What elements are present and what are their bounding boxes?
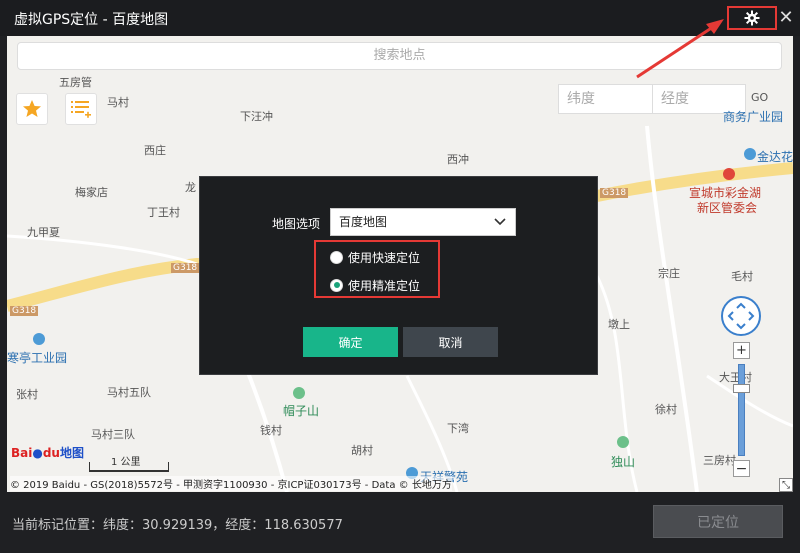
map-label: 徐村 bbox=[655, 403, 677, 416]
road-label: G318 bbox=[600, 188, 629, 198]
radio-fast-locate[interactable]: 使用快速定位 bbox=[330, 247, 420, 267]
map-label: 独山 bbox=[611, 455, 636, 469]
cancel-button[interactable]: 取消 bbox=[403, 327, 498, 357]
map-label: 金达花 bbox=[757, 150, 793, 164]
logo-suffix: 地图 bbox=[59, 446, 84, 460]
copyright-text: © 2019 Baidu - GS(2018)5572号 - 甲测资字11009… bbox=[10, 476, 452, 491]
map-option-label: 地图选项 bbox=[272, 217, 321, 231]
latitude-input[interactable] bbox=[559, 85, 653, 113]
map-label: 胡村 bbox=[351, 444, 373, 457]
radio-precise-label: 使用精准定位 bbox=[348, 278, 421, 293]
radio-checked-icon bbox=[330, 278, 343, 292]
radio-fast-label: 使用快速定位 bbox=[348, 250, 421, 265]
radio-precise-locate[interactable]: 使用精准定位 bbox=[330, 275, 420, 295]
map-label: 马村五队 bbox=[107, 386, 151, 399]
map-label: 五房管 bbox=[59, 76, 92, 89]
gear-icon bbox=[744, 10, 760, 26]
located-button[interactable]: 已定位 bbox=[653, 505, 783, 538]
map-label: 马村 bbox=[107, 96, 129, 109]
go-button[interactable]: GO bbox=[751, 91, 768, 104]
zoom-slider-track[interactable] bbox=[738, 364, 745, 456]
map-label: 下湾 bbox=[447, 422, 469, 435]
pan-control[interactable] bbox=[721, 296, 761, 336]
confirm-button[interactable]: 确定 bbox=[303, 327, 398, 357]
map-option-select[interactable]: 百度地图 bbox=[330, 208, 516, 236]
chevron-down-icon bbox=[494, 218, 506, 226]
current-position-text: 当前标记位置：纬度：30.929139，经度：118.630577 bbox=[12, 518, 343, 533]
zoom-out-button[interactable]: − bbox=[733, 460, 750, 477]
map-label: 宗庄 bbox=[658, 267, 680, 280]
map-label: 大王村 bbox=[719, 371, 752, 384]
map-label: 商务广业园 bbox=[723, 110, 784, 124]
close-button[interactable]: ✕ bbox=[776, 6, 796, 28]
collapse-map-button[interactable]: ⤡ bbox=[779, 478, 793, 492]
favorite-button[interactable] bbox=[16, 93, 48, 125]
map-label: 三房村 bbox=[703, 454, 736, 467]
settings-button[interactable] bbox=[727, 6, 777, 30]
map-label: 梅家店 bbox=[75, 186, 108, 199]
map-label: 钱村 bbox=[260, 424, 282, 437]
map-option-value: 百度地图 bbox=[339, 215, 388, 229]
settings-dialog: 地图选项 百度地图 使用快速定位 使用精准定位 确定 取消 bbox=[199, 176, 598, 375]
map-label: 九甲夏 bbox=[27, 226, 60, 239]
radio-unchecked-icon bbox=[330, 250, 343, 264]
search-input[interactable]: 搜索地点 bbox=[17, 42, 782, 70]
list-add-icon bbox=[71, 101, 91, 118]
paw-icon: ● bbox=[32, 446, 43, 460]
locate-mode-radio-group: 使用快速定位 使用精准定位 bbox=[314, 240, 440, 298]
map-label: 墩上 bbox=[608, 318, 630, 331]
pan-arrows-icon bbox=[727, 302, 755, 330]
map-label: 寒亭工业园 bbox=[7, 351, 68, 365]
logo-text: Bai bbox=[11, 446, 33, 460]
list-button[interactable] bbox=[65, 93, 97, 125]
scale-bar bbox=[89, 462, 169, 472]
map-label: 新区管委会 bbox=[697, 201, 758, 215]
map-label: 下汪冲 bbox=[240, 110, 273, 123]
map-label: 张村 bbox=[16, 388, 38, 401]
map-label: 龙 bbox=[185, 181, 196, 194]
map-label: 丁王村 bbox=[147, 206, 180, 219]
map-label: 马村三队 bbox=[91, 428, 135, 441]
baidu-logo: Bai●du地图 bbox=[11, 444, 84, 461]
window-title: 虚拟GPS定位 - 百度地图 bbox=[14, 12, 169, 28]
road-label: G318 bbox=[10, 306, 39, 316]
map-label: 西庄 bbox=[144, 144, 166, 157]
map-label: 帽子山 bbox=[283, 404, 320, 418]
zoom-slider-thumb[interactable] bbox=[733, 384, 750, 393]
star-icon bbox=[23, 100, 41, 117]
logo-du: du bbox=[42, 446, 60, 460]
map-label: 毛村 bbox=[731, 270, 753, 283]
map-label: 西冲 bbox=[447, 153, 469, 166]
status-bar: 当前标记位置：纬度：30.929139，经度：118.630577 已定位 bbox=[0, 492, 800, 553]
title-bar: 虚拟GPS定位 - 百度地图 ✕ bbox=[0, 0, 800, 36]
road-label: G318 bbox=[171, 263, 200, 273]
zoom-in-button[interactable]: + bbox=[733, 342, 750, 359]
close-icon: ✕ bbox=[778, 6, 794, 28]
coordinate-input-group bbox=[558, 84, 747, 114]
